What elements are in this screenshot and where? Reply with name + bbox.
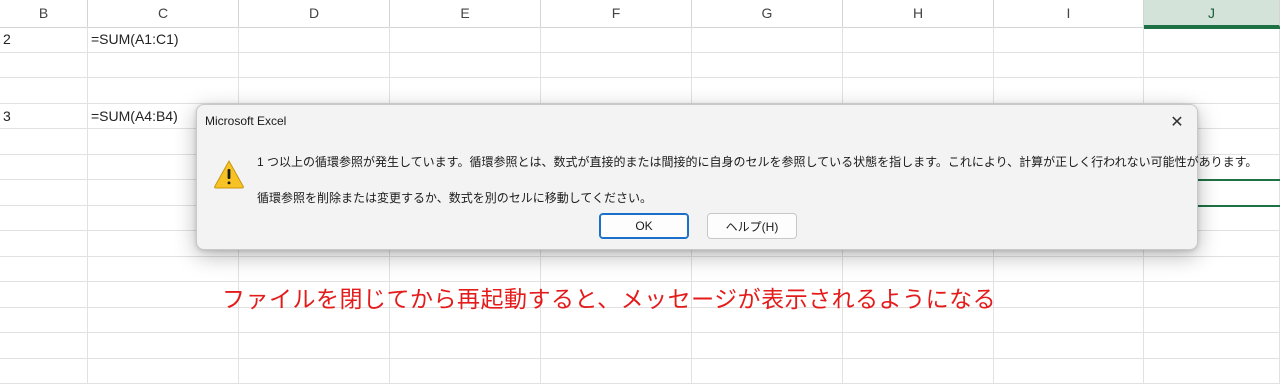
cell-b14[interactable] bbox=[0, 359, 88, 384]
cell-b11[interactable] bbox=[0, 282, 88, 308]
dialog-title: Microsoft Excel bbox=[205, 114, 286, 128]
cell-j13[interactable] bbox=[1144, 333, 1280, 359]
cell-e13[interactable] bbox=[390, 333, 541, 359]
cell-i11[interactable] bbox=[994, 282, 1144, 308]
cell-j12[interactable] bbox=[1144, 308, 1280, 334]
cell-g13[interactable] bbox=[692, 333, 843, 359]
cell-j2[interactable] bbox=[1144, 53, 1280, 79]
cell-c13[interactable] bbox=[88, 333, 239, 359]
cell-g14[interactable] bbox=[692, 359, 843, 384]
cell-j10[interactable] bbox=[1144, 257, 1280, 283]
column-header-d[interactable]: D bbox=[239, 0, 390, 27]
cell-f3[interactable] bbox=[541, 78, 692, 104]
cell-i13[interactable] bbox=[994, 333, 1144, 359]
help-button[interactable]: ヘルプ(H) bbox=[707, 213, 797, 239]
cell-i2[interactable] bbox=[994, 53, 1144, 79]
selection-border-top bbox=[1144, 27, 1280, 29]
cell-j3[interactable] bbox=[1144, 78, 1280, 104]
cell-d14[interactable] bbox=[239, 359, 390, 384]
circular-reference-dialog: Microsoft Excel ✕ 1 つ以上の循環参照が発生しています。循環参… bbox=[196, 104, 1198, 250]
cell-f10[interactable] bbox=[541, 257, 692, 283]
selection-border-low bbox=[1198, 205, 1280, 207]
cell-b13[interactable] bbox=[0, 333, 88, 359]
column-header-g[interactable]: G bbox=[692, 0, 843, 27]
caption-annotation: ファイルを閉じてから再起動すると、メッセージが表示されるようになる bbox=[222, 280, 996, 314]
cell-d10[interactable] bbox=[239, 257, 390, 283]
cell-b8[interactable] bbox=[0, 206, 88, 232]
dialog-message-line1: 1 つ以上の循環参照が発生しています。循環参照とは、数式が直接的または間接的に自… bbox=[257, 153, 1257, 170]
cell-c11[interactable] bbox=[88, 282, 239, 308]
cell-c10[interactable] bbox=[88, 257, 239, 283]
cell-f14[interactable] bbox=[541, 359, 692, 384]
cell-h13[interactable] bbox=[843, 333, 994, 359]
cell-b1[interactable]: 2 bbox=[0, 27, 88, 53]
cell-b3[interactable] bbox=[0, 78, 88, 104]
cell-g1[interactable] bbox=[692, 27, 843, 53]
column-header-f[interactable]: F bbox=[541, 0, 692, 27]
cell-b12[interactable] bbox=[0, 308, 88, 334]
ok-button[interactable]: OK bbox=[599, 213, 689, 239]
cell-e14[interactable] bbox=[390, 359, 541, 384]
cell-e10[interactable] bbox=[390, 257, 541, 283]
cell-h3[interactable] bbox=[843, 78, 994, 104]
column-header-j[interactable]: J bbox=[1144, 0, 1280, 27]
cell-f1[interactable] bbox=[541, 27, 692, 53]
selection-border-mid bbox=[1198, 179, 1280, 181]
cell-h1[interactable] bbox=[843, 27, 994, 53]
cell-h14[interactable] bbox=[843, 359, 994, 384]
cell-b7[interactable] bbox=[0, 180, 88, 206]
cell-d3[interactable] bbox=[239, 78, 390, 104]
cell-h2[interactable] bbox=[843, 53, 994, 79]
cell-e3[interactable] bbox=[390, 78, 541, 104]
cell-i12[interactable] bbox=[994, 308, 1144, 334]
close-icon[interactable]: ✕ bbox=[1163, 109, 1191, 135]
cell-j11[interactable] bbox=[1144, 282, 1280, 308]
cell-b5[interactable] bbox=[0, 129, 88, 155]
cell-h10[interactable] bbox=[843, 257, 994, 283]
cell-c12[interactable] bbox=[88, 308, 239, 334]
cell-c14[interactable] bbox=[88, 359, 239, 384]
warning-icon bbox=[213, 159, 245, 189]
cell-f2[interactable] bbox=[541, 53, 692, 79]
column-header-h[interactable]: H bbox=[843, 0, 994, 27]
cell-c3[interactable] bbox=[88, 78, 239, 104]
column-header-e[interactable]: E bbox=[390, 0, 541, 27]
column-header-i[interactable]: I bbox=[994, 0, 1144, 27]
cell-i3[interactable] bbox=[994, 78, 1144, 104]
cell-i1[interactable] bbox=[994, 27, 1144, 53]
cell-e2[interactable] bbox=[390, 53, 541, 79]
cell-d2[interactable] bbox=[239, 53, 390, 79]
cell-b4[interactable]: 3 bbox=[0, 104, 88, 130]
cell-b6[interactable] bbox=[0, 155, 88, 181]
column-header-c[interactable]: C bbox=[88, 0, 239, 27]
cell-c1[interactable]: =SUM(A1:C1) bbox=[88, 27, 239, 53]
cell-e1[interactable] bbox=[390, 27, 541, 53]
cell-g2[interactable] bbox=[692, 53, 843, 79]
cell-j1[interactable] bbox=[1144, 27, 1280, 53]
dialog-message-line2: 循環参照を削除または変更するか、数式を別のセルに移動してください。 bbox=[257, 189, 652, 206]
cell-j14[interactable] bbox=[1144, 359, 1280, 384]
cell-g10[interactable] bbox=[692, 257, 843, 283]
cell-f13[interactable] bbox=[541, 333, 692, 359]
cell-c2[interactable] bbox=[88, 53, 239, 79]
column-header-b[interactable]: B bbox=[0, 0, 88, 27]
cell-g3[interactable] bbox=[692, 78, 843, 104]
cell-d1[interactable] bbox=[239, 27, 390, 53]
cell-d13[interactable] bbox=[239, 333, 390, 359]
column-header-row: B C D E F G H I J bbox=[0, 0, 1280, 28]
cell-b10[interactable] bbox=[0, 257, 88, 283]
cell-b9[interactable] bbox=[0, 231, 88, 257]
cell-i10[interactable] bbox=[994, 257, 1144, 283]
cell-i14[interactable] bbox=[994, 359, 1144, 384]
cell-b2[interactable] bbox=[0, 53, 88, 79]
